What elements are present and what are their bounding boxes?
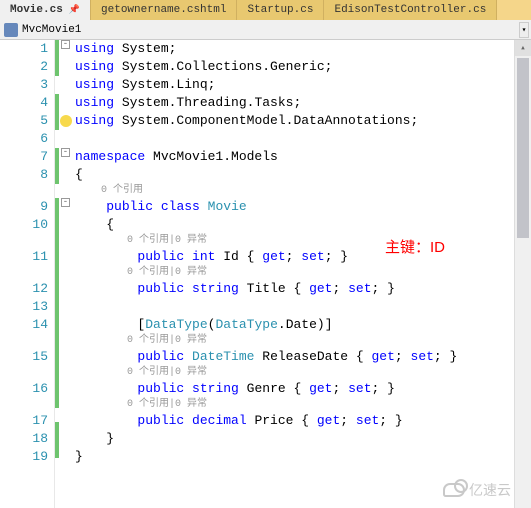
line-num: 11 bbox=[0, 248, 54, 266]
dropdown-icon[interactable]: ▾ bbox=[519, 22, 529, 38]
pin-icon: 📌 bbox=[69, 5, 80, 15]
line-num: 18 bbox=[0, 430, 54, 448]
cloud-icon bbox=[443, 483, 465, 497]
project-icon bbox=[4, 23, 18, 37]
change-marker bbox=[55, 94, 59, 130]
line-num: 4 bbox=[0, 94, 54, 112]
change-marker bbox=[55, 422, 59, 458]
change-marker bbox=[55, 148, 59, 184]
line-num: 19 bbox=[0, 448, 54, 466]
fold-icon[interactable]: - bbox=[61, 148, 70, 157]
line-num: 14 bbox=[0, 316, 54, 334]
codelens[interactable]: 0 个引用 bbox=[75, 184, 514, 198]
tab-bar: Movie.cs📌 getownername.cshtml Startup.cs… bbox=[0, 0, 531, 20]
codelens[interactable]: 0 个引用|0 异常 bbox=[75, 266, 514, 280]
line-num: 8 bbox=[0, 166, 54, 184]
codelens[interactable]: 0 个引用|0 异常 bbox=[75, 398, 514, 412]
breadcrumb: MvcMovie1 ▾ bbox=[0, 20, 531, 40]
scroll-up-icon[interactable]: ▴ bbox=[515, 40, 531, 56]
editor: 1 2 3 4 5 6 7 8 9 10 11 12 13 14 15 16 1… bbox=[0, 40, 531, 508]
line-num: 13 bbox=[0, 298, 54, 316]
watermark: 亿速云 bbox=[443, 480, 511, 500]
tab-edisontest[interactable]: EdisonTestController.cs bbox=[324, 0, 497, 20]
scroll-thumb[interactable] bbox=[517, 58, 529, 238]
line-num: 10 bbox=[0, 216, 54, 234]
line-num: 16 bbox=[0, 380, 54, 398]
line-num: 2 bbox=[0, 58, 54, 76]
line-num: 1 bbox=[0, 40, 54, 58]
line-num: 6 bbox=[0, 130, 54, 148]
lightbulb-icon[interactable] bbox=[60, 115, 72, 127]
marker-margin: - - - bbox=[55, 40, 75, 508]
change-marker bbox=[55, 40, 59, 76]
annotation-primary-key: 主键：ID bbox=[385, 236, 445, 257]
codelens[interactable]: 0 个引用|0 异常 bbox=[75, 366, 514, 380]
scrollbar-vertical[interactable]: ▴ bbox=[514, 40, 531, 508]
codelens[interactable]: 0 个引用|0 异常 bbox=[75, 334, 514, 348]
line-gutter: 1 2 3 4 5 6 7 8 9 10 11 12 13 14 15 16 1… bbox=[0, 40, 55, 508]
code-area[interactable]: using System; using System.Collections.G… bbox=[75, 40, 514, 508]
tab-startup[interactable]: Startup.cs bbox=[237, 0, 324, 20]
codelens[interactable]: 0 个引用|0 异常 bbox=[75, 234, 514, 248]
line-num: 7 bbox=[0, 148, 54, 166]
line-num: 9 bbox=[0, 198, 54, 216]
tab-getownername[interactable]: getownername.cshtml bbox=[91, 0, 237, 20]
line-num: 5 bbox=[0, 112, 54, 130]
tab-movie-cs[interactable]: Movie.cs📌 bbox=[0, 0, 91, 20]
line-num: 15 bbox=[0, 348, 54, 366]
line-num: 12 bbox=[0, 280, 54, 298]
change-marker bbox=[55, 198, 59, 408]
fold-icon[interactable]: - bbox=[61, 198, 70, 207]
fold-icon[interactable]: - bbox=[61, 40, 70, 49]
line-num: 17 bbox=[0, 412, 54, 430]
breadcrumb-project[interactable]: MvcMovie1 bbox=[22, 24, 81, 36]
line-num: 3 bbox=[0, 76, 54, 94]
